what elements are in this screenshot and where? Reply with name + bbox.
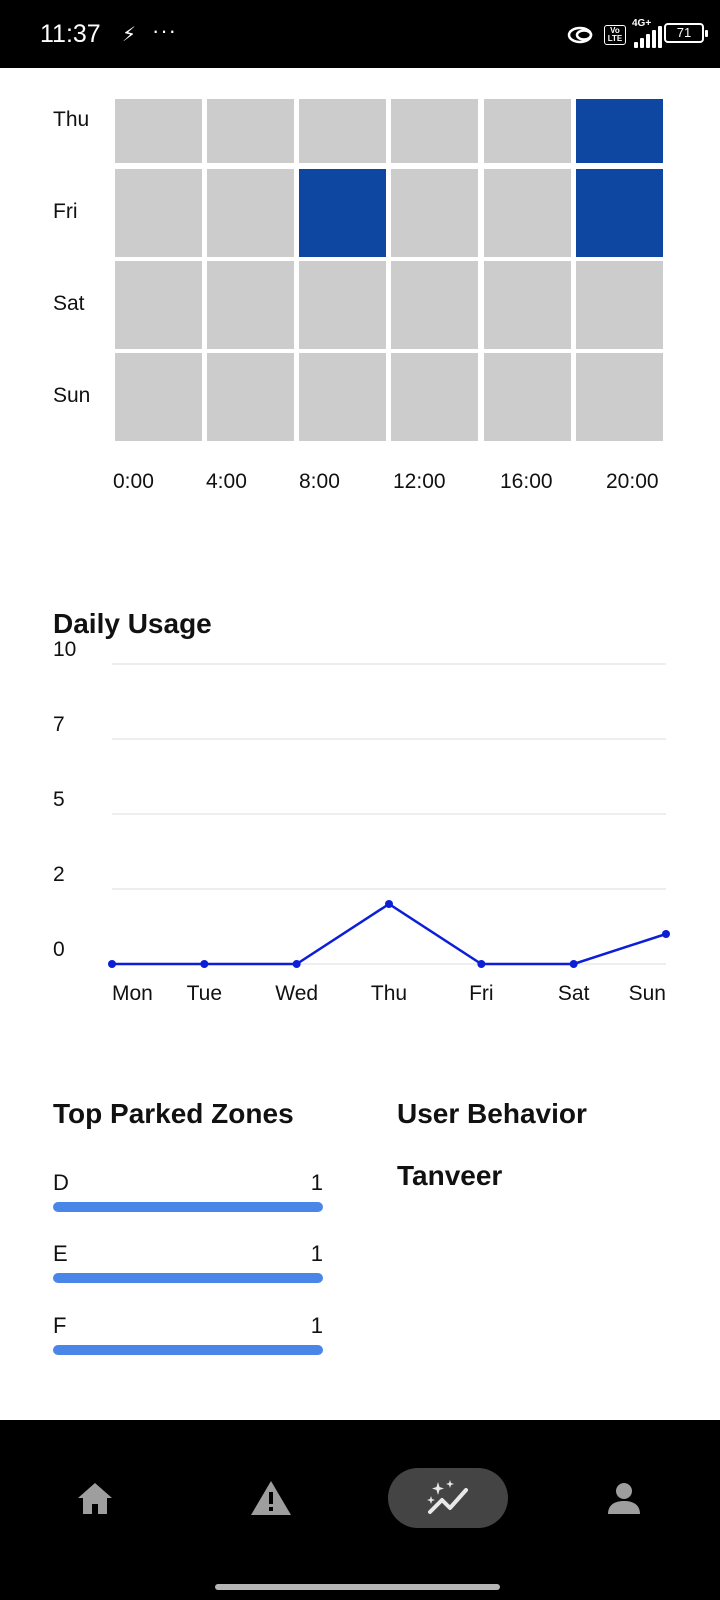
hotspot-icon	[567, 26, 593, 44]
x-tick-label: Thu	[371, 982, 407, 1005]
heatmap-cell	[115, 169, 202, 257]
status-indicators: Vo LTE 4G+ 71	[566, 18, 708, 50]
zone-name: D	[53, 1170, 69, 1195]
y-tick-label: 2	[53, 863, 65, 886]
x-tick-label: Wed	[275, 982, 318, 1005]
heatmap-column-label: 0:00	[113, 470, 154, 493]
y-tick-label: 7	[53, 713, 65, 736]
heatmap-cell	[299, 169, 386, 257]
heatmap-cell	[576, 261, 663, 349]
x-tick-label: Mon	[112, 982, 153, 1005]
zone-bar	[53, 1202, 323, 1212]
nav-analytics[interactable]	[388, 1468, 508, 1528]
usage-point	[200, 960, 209, 968]
usage-point	[385, 900, 393, 908]
heatmap-cell	[299, 261, 386, 349]
heatmap-cell	[299, 99, 386, 163]
zone-count: 1	[310, 1170, 323, 1195]
heatmap-column-label: 20:00	[606, 470, 659, 493]
zone-count: 1	[310, 1241, 323, 1266]
status-bar: 11:37 ⚡ ··· Vo LTE 4G+ 71	[0, 0, 720, 68]
flash-icon: ⚡	[122, 24, 137, 46]
heatmap-cell	[207, 261, 294, 349]
warning-icon	[251, 1481, 291, 1515]
nav-alerts[interactable]	[211, 1468, 331, 1528]
x-tick-label: Tue	[187, 982, 222, 1005]
zone-item: F1	[53, 1313, 323, 1373]
x-tick-label: Sun	[629, 982, 666, 1005]
zone-count: 1	[310, 1313, 323, 1338]
usage-line	[112, 902, 667, 966]
person-icon	[608, 1483, 640, 1514]
y-tick-label: 0	[53, 938, 65, 961]
daily-usage-chart: 0 2 5 7 10 Mon Tue Wed Thu Fri Sat Sun	[53, 640, 670, 1005]
network-type: 4G+	[632, 18, 652, 29]
home-indicator[interactable]	[215, 1584, 500, 1590]
heatmap-column-label: 4:00	[206, 470, 247, 493]
top-parked-zones-title: Top Parked Zones	[53, 1098, 294, 1129]
nav-home[interactable]	[35, 1468, 155, 1528]
heatmap-row-label: Sun	[53, 384, 91, 407]
zone-name: F	[53, 1313, 67, 1338]
battery-icon: 71	[664, 23, 708, 43]
heatmap-cell	[115, 353, 202, 441]
daily-usage-title: Daily Usage	[53, 608, 212, 639]
nav-profile[interactable]	[564, 1468, 684, 1528]
heatmap-cell	[391, 261, 478, 349]
y-tick-label: 5	[53, 788, 65, 811]
heatmap-row-label: Thu	[53, 108, 90, 131]
zone-item: D1	[53, 1170, 323, 1230]
heatmap-row-label: Sat	[53, 292, 85, 315]
heatmap-cell	[115, 261, 202, 349]
volte-badge: Vo LTE	[604, 25, 626, 45]
usage-point	[477, 960, 486, 968]
analytics-icon	[427, 1480, 468, 1514]
heatmap-cell	[484, 99, 571, 163]
status-time: 11:37	[40, 20, 101, 48]
heatmap-column-label: 12:00	[393, 470, 446, 493]
usage-point	[108, 960, 116, 968]
heatmap-cell	[391, 353, 478, 441]
heatmap-cell	[207, 99, 294, 163]
heatmap-cell	[391, 99, 478, 163]
bottom-navigation	[0, 1420, 720, 1600]
user-behavior-title: User Behavior	[397, 1098, 587, 1129]
zone-item: E1	[53, 1241, 323, 1301]
heatmap-column-label: 8:00	[299, 470, 340, 493]
zone-bar	[53, 1273, 323, 1283]
heatmap-cell	[115, 99, 202, 163]
heatmap-cell	[207, 169, 294, 257]
heatmap-cell	[484, 169, 571, 257]
user-name: Tanveer	[397, 1160, 503, 1191]
heatmap-cell	[484, 353, 571, 441]
heatmap-cell	[576, 353, 663, 441]
usage-point	[662, 930, 670, 938]
usage-point	[292, 960, 301, 968]
heatmap-cell	[576, 99, 663, 163]
more-notifications-icon: ···	[152, 18, 177, 43]
x-tick-label: Sat	[558, 982, 590, 1005]
zone-bar	[53, 1345, 323, 1355]
heatmap-cell	[207, 353, 294, 441]
heatmap-cell	[576, 169, 663, 257]
heatmap-cell	[391, 169, 478, 257]
heatmap-cell	[484, 261, 571, 349]
zone-name: E	[53, 1241, 68, 1266]
y-tick-label: 10	[53, 640, 76, 661]
home-icon	[78, 1483, 112, 1514]
usage-point	[569, 960, 578, 968]
signal-icon: 4G+	[632, 18, 662, 48]
usage-heatmap: Thu Fri Sat Sun 0:00 4:00 8:00 12:00 16:00 20:00	[0, 68, 720, 508]
heatmap-column-label: 16:00	[500, 470, 553, 493]
heatmap-row-label: Fri	[53, 200, 78, 223]
heatmap-cell	[299, 353, 386, 441]
x-tick-label: Fri	[469, 982, 494, 1005]
